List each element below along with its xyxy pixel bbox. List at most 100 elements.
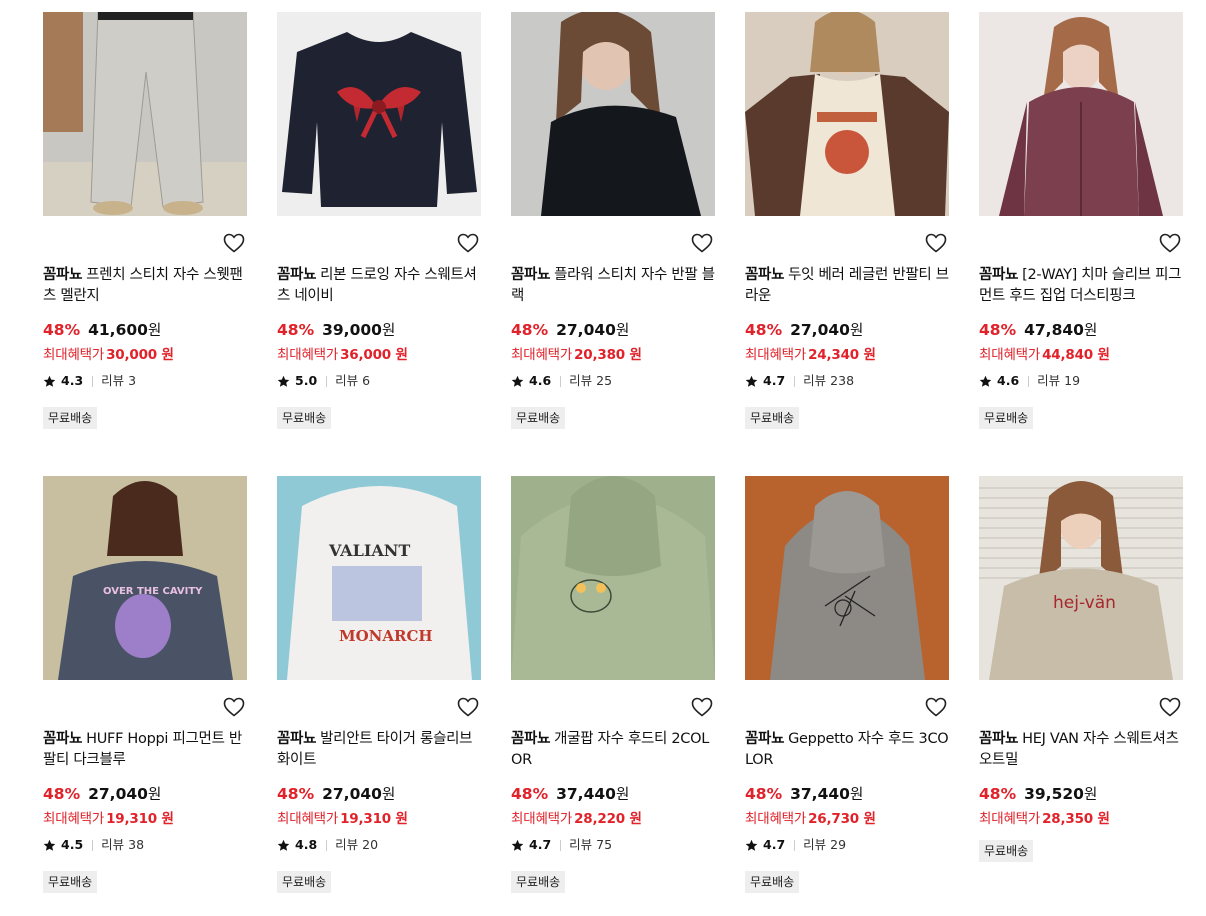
rating-row: 4.6 리뷰 25 — [511, 373, 612, 389]
brand-name: 꼼파뇨 — [511, 267, 551, 283]
discount-rate: 48% — [511, 785, 549, 803]
benefit-label: 최대혜택가 — [745, 347, 807, 363]
star-icon — [745, 839, 758, 851]
product-title[interactable]: 꼼파뇨 개굴팝 자수 후드티 2COLOR — [511, 729, 715, 771]
max-benefit-price: 최대혜택가 20,380 원 — [511, 346, 642, 364]
discount-rate: 48% — [745, 785, 783, 803]
product-image[interactable] — [979, 12, 1183, 216]
divider — [560, 375, 562, 387]
product-title[interactable]: 꼼파뇨 두잇 베러 레글런 반팔티 브라운 — [745, 265, 949, 307]
heart-icon[interactable] — [691, 233, 713, 253]
product-image[interactable]: hej-vän — [979, 476, 1183, 680]
star-icon — [511, 375, 524, 387]
benefit-amount: 19,310 원 — [340, 811, 408, 827]
star-icon — [43, 375, 56, 387]
product-title[interactable]: 꼼파뇨 Geppetto 자수 후드 3COLOR — [745, 729, 949, 771]
price-row: 48% 37,440원 — [511, 784, 629, 805]
heart-icon[interactable] — [1159, 233, 1181, 253]
rating-row: 4.7 리뷰 29 — [745, 837, 846, 853]
benefit-label: 최대혜택가 — [979, 347, 1041, 363]
brand-name: 꼼파뇨 — [745, 267, 785, 283]
rating-score: 4.3 — [61, 373, 84, 388]
heart-icon[interactable] — [691, 697, 713, 717]
rating-score: 4.6 — [529, 373, 552, 388]
product-title[interactable]: 꼼파뇨 프렌치 스티치 자수 스웻팬츠 멜란지 — [43, 265, 247, 307]
benefit-label: 최대혜택가 — [745, 811, 807, 827]
product-image[interactable] — [511, 12, 715, 216]
max-benefit-price: 최대혜택가 19,310 원 — [277, 810, 408, 828]
discount-rate: 48% — [43, 321, 81, 339]
review-label: 리뷰 — [335, 837, 359, 852]
heart-icon[interactable] — [925, 697, 947, 717]
rating-row: 5.0 리뷰 6 — [277, 373, 370, 389]
price-row: 48% 39,000원 — [277, 320, 395, 341]
price-row: 48% 39,520원 — [979, 784, 1097, 805]
benefit-label: 최대혜택가 — [511, 811, 573, 827]
max-benefit-price: 최대혜택가 28,350 원 — [979, 810, 1110, 828]
star-icon — [745, 375, 758, 387]
product-image[interactable] — [745, 476, 949, 680]
discount-rate: 48% — [745, 321, 783, 339]
review-count: 38 — [128, 837, 145, 852]
price-row: 48% 37,440원 — [745, 784, 863, 805]
benefit-amount: 44,840 원 — [1042, 347, 1110, 363]
sale-price: 37,440 — [556, 785, 616, 803]
product-image[interactable]: OVER THE CAVITY — [43, 476, 247, 680]
heart-icon[interactable] — [223, 233, 245, 253]
product-title[interactable]: 꼼파뇨 플라워 스티치 자수 반팔 블랙 — [511, 265, 715, 307]
product-image[interactable] — [511, 476, 715, 680]
product-title[interactable]: 꼼파뇨 HUFF Hoppi 피그먼트 반팔티 다크블루 — [43, 729, 247, 771]
brand-name: 꼼파뇨 — [979, 267, 1019, 283]
svg-text:OVER THE CAVITY: OVER THE CAVITY — [103, 586, 203, 597]
benefit-amount: 19,310 원 — [106, 811, 174, 827]
divider — [794, 375, 796, 387]
product-image[interactable] — [277, 12, 481, 216]
free-shipping-badge: 무료배송 — [979, 407, 1034, 429]
discount-rate: 48% — [979, 785, 1017, 803]
heart-icon[interactable] — [223, 697, 245, 717]
benefit-label: 최대혜택가 — [277, 811, 339, 827]
product-image[interactable] — [43, 12, 247, 216]
benefit-label: 최대혜택가 — [511, 347, 573, 363]
rating-score: 4.7 — [529, 837, 552, 852]
brand-name: 꼼파뇨 — [745, 731, 785, 747]
sale-price: 27,040 — [88, 785, 148, 803]
discount-rate: 48% — [43, 785, 81, 803]
free-shipping-badge: 무료배송 — [979, 840, 1034, 862]
currency-unit: 원 — [615, 323, 630, 339]
max-benefit-price: 최대혜택가 26,730 원 — [745, 810, 876, 828]
rating-score: 4.8 — [295, 837, 318, 852]
currency-unit: 원 — [849, 323, 864, 339]
price-row: 48% 27,040원 — [277, 784, 395, 805]
review-label: 리뷰 — [803, 373, 827, 388]
rating-score: 5.0 — [295, 373, 318, 388]
currency-unit: 원 — [147, 787, 162, 803]
product-title[interactable]: 꼼파뇨 [2-WAY] 치마 슬리브 피그먼트 후드 집업 더스티핑크 — [979, 265, 1183, 307]
currency-unit: 원 — [1083, 323, 1098, 339]
divider — [560, 839, 562, 851]
review-count: 3 — [128, 373, 137, 388]
svg-text:hej-vän: hej-vän — [1053, 593, 1116, 613]
benefit-amount: 36,000 원 — [340, 347, 408, 363]
rating-score: 4.7 — [763, 373, 786, 388]
svg-text:MONARCH: MONARCH — [339, 627, 433, 645]
rating-row: 4.3 리뷰 3 — [43, 373, 136, 389]
product-title[interactable]: 꼼파뇨 리본 드로잉 자수 스웨트셔츠 네이비 — [277, 265, 481, 307]
sale-price: 39,000 — [322, 321, 382, 339]
product-title[interactable]: 꼼파뇨 발리안트 타이거 롱슬리브 화이트 — [277, 729, 481, 771]
review-count: 75 — [596, 837, 613, 852]
max-benefit-price: 최대혜택가 36,000 원 — [277, 346, 408, 364]
price-row: 48% 27,040원 — [511, 320, 629, 341]
product-title[interactable]: 꼼파뇨 HEJ VAN 자수 스웨트셔츠 오트밀 — [979, 729, 1183, 771]
product-image[interactable]: VALIANT MONARCH — [277, 476, 481, 680]
price-row: 48% 41,600원 — [43, 320, 161, 341]
brand-name: 꼼파뇨 — [277, 731, 317, 747]
review-count: 19 — [1064, 373, 1081, 388]
max-benefit-price: 최대혜택가 24,340 원 — [745, 346, 876, 364]
heart-icon[interactable] — [457, 697, 479, 717]
review-count: 6 — [362, 373, 371, 388]
product-image[interactable] — [745, 12, 949, 216]
heart-icon[interactable] — [925, 233, 947, 253]
heart-icon[interactable] — [1159, 697, 1181, 717]
heart-icon[interactable] — [457, 233, 479, 253]
